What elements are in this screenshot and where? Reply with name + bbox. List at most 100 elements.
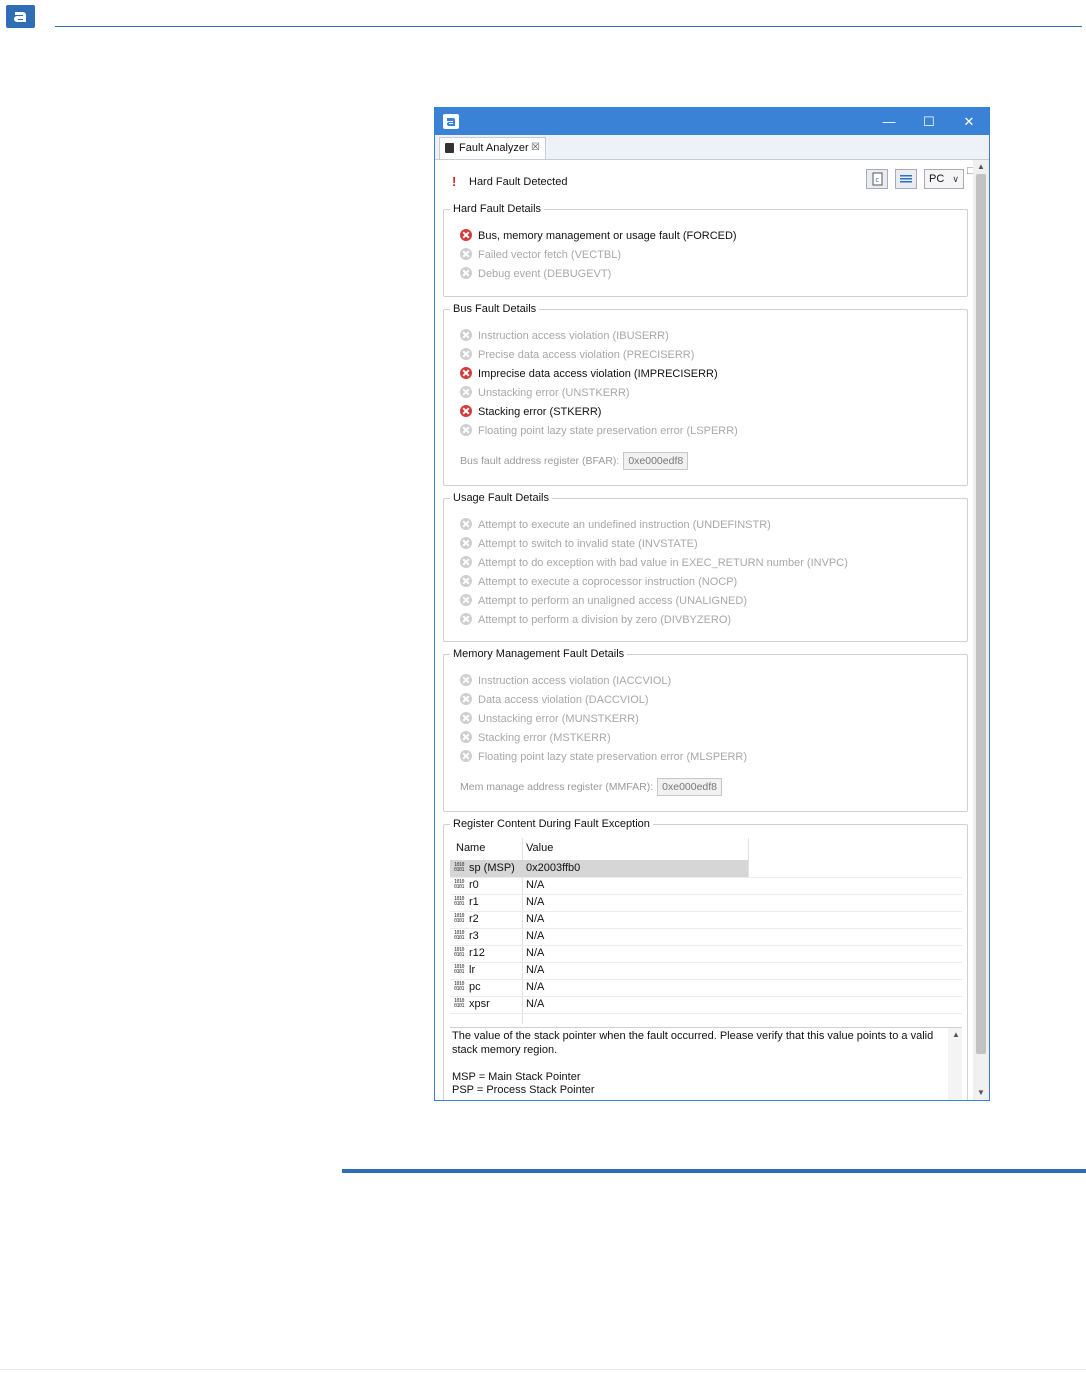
fault-item: Attempt to perform a division by zero (D… <box>460 612 731 628</box>
column-header-value[interactable]: Value <box>526 838 553 858</box>
tab-close-icon[interactable]: ☒ <box>531 138 540 158</box>
fault-inactive-icon <box>460 556 472 568</box>
svg-text:c: c <box>875 176 879 184</box>
fault-item: Attempt to perform an unaligned access (… <box>460 593 747 609</box>
fault-item: Stacking error (MSTKERR) <box>460 730 611 746</box>
hard-fault-details-group: Hard Fault Details Bus, memory managemen… <box>443 202 968 297</box>
description-line: MSP = Main Stack Pointer <box>452 1070 581 1083</box>
top-rule <box>55 26 1082 27</box>
window-titlebar[interactable]: — ☐ ✕ <box>435 108 989 135</box>
fault-inactive-icon <box>460 348 472 360</box>
view-scrollbar[interactable]: ▲ ▼ <box>973 160 989 1100</box>
register-icon: 1010 0101 <box>454 879 465 890</box>
register-icon: 1010 0101 <box>454 964 465 975</box>
fault-item: Attempt to switch to invalid state (INVS… <box>460 536 698 552</box>
register-icon: 1010 0101 <box>454 896 465 907</box>
fault-item: Unstacking error (UNSTKERR) <box>460 385 630 401</box>
fault-inactive-icon <box>460 674 472 686</box>
fault-item: Floating point lazy state preservation e… <box>460 423 738 439</box>
mmfar-label: Mem manage address register (MMFAR): <box>460 781 654 793</box>
description-line: PSP = Process Stack Pointer <box>452 1084 595 1096</box>
fault-active-icon <box>460 229 472 241</box>
fault-item: Floating point lazy state preservation e… <box>460 749 747 765</box>
tab-fault-analyzer[interactable]: Fault Analyzer ☒ <box>439 137 546 159</box>
fault-item: Stacking error (STKERR) <box>460 404 601 420</box>
fault-item: Data access violation (DACCVIOL) <box>460 692 649 708</box>
fault-status-text: Hard Fault Detected <box>469 176 568 188</box>
description-scrollbar[interactable]: ▲ <box>948 1028 964 1100</box>
bfar-value-field: 0xe000edf8 <box>623 452 689 470</box>
group-title: Hard Fault Details <box>450 202 545 216</box>
fault-inactive-icon <box>460 329 472 341</box>
fault-inactive-icon <box>460 267 472 279</box>
table-row[interactable]: 1010 0101 r12 N/A <box>450 945 962 963</box>
fault-item: Failed vector fetch (VECTBL) <box>460 247 621 263</box>
register-icon: 1010 0101 <box>454 862 465 873</box>
brand-logo-icon <box>14 12 26 22</box>
fault-item: Attempt to execute an undefined instruct… <box>460 517 771 533</box>
fault-active-icon <box>460 405 472 417</box>
register-select-value: PC <box>929 173 945 185</box>
register-icon: 1010 0101 <box>454 913 465 924</box>
fault-item: Bus, memory management or usage fault (F… <box>460 228 737 244</box>
fault-analyzer-tab-icon <box>445 143 454 153</box>
table-row[interactable]: 1010 0101 lr N/A <box>450 962 962 980</box>
bottom-rule <box>342 1169 1086 1173</box>
table-row[interactable]: 1010 0101 sp (MSP) 0x2003ffb0 <box>450 860 962 878</box>
fault-inactive-icon <box>460 518 472 530</box>
group-title: Memory Management Fault Details <box>450 647 628 661</box>
bfar-label: Bus fault address register (BFAR): <box>460 455 620 467</box>
table-row[interactable]: 1010 0101 r0 N/A <box>450 877 962 895</box>
table-row[interactable]: 1010 0101 xpsr N/A <box>450 996 962 1014</box>
scroll-thumb[interactable] <box>976 174 986 1054</box>
group-title: Register Content During Fault Exception <box>450 817 653 831</box>
column-header-name[interactable]: Name <box>456 838 485 858</box>
fault-analyzer-content: ! Hard Fault Detected c PC ∨ Hard Fault … <box>435 160 973 1100</box>
memory-management-fault-details-group: Memory Management Fault Details Instruct… <box>443 647 968 812</box>
fault-inactive-icon <box>460 575 472 587</box>
fault-item: Precise data access violation (PRECISERR… <box>460 347 694 363</box>
fault-inactive-icon <box>460 613 472 625</box>
scroll-up-icon[interactable]: ▲ <box>973 160 989 174</box>
table-row[interactable]: 1010 0101 r1 N/A <box>450 894 962 912</box>
register-icon: 1010 0101 <box>454 930 465 941</box>
register-select[interactable]: PC ∨ <box>924 169 964 189</box>
window-maximize-button[interactable]: ☐ <box>909 108 949 135</box>
fault-inactive-icon <box>460 537 472 549</box>
fault-inactive-icon <box>460 731 472 743</box>
open-source-button[interactable]: c <box>866 169 888 189</box>
register-icon: 1010 0101 <box>454 947 465 958</box>
fault-item: Instruction access violation (IACCVIOL) <box>460 673 671 689</box>
fault-inactive-icon <box>460 424 472 436</box>
window-close-button[interactable]: ✕ <box>949 108 989 135</box>
scroll-down-icon[interactable]: ▼ <box>973 1086 989 1100</box>
app-logo-icon <box>443 114 459 129</box>
usage-fault-details-group: Usage Fault Details Attempt to execute a… <box>443 491 968 642</box>
bus-fault-details-group: Bus Fault Details Instruction access vio… <box>443 302 968 486</box>
table-row[interactable]: 1010 0101 r2 N/A <box>450 911 962 929</box>
table-row[interactable]: 1010 0101 r3 N/A <box>450 928 962 946</box>
register-content-group: Register Content During Fault Exception … <box>443 817 968 1100</box>
scroll-up-icon[interactable]: ▲ <box>948 1028 964 1042</box>
fault-inactive-icon <box>460 594 472 606</box>
register-description: The value of the stack pointer when the … <box>450 1027 964 1100</box>
fault-active-icon <box>460 367 472 379</box>
fault-item: Debug event (DEBUGEVT) <box>460 266 611 282</box>
mmfar-row: Mem manage address register (MMFAR): 0xe0… <box>460 778 723 796</box>
bfar-row: Bus fault address register (BFAR): 0xe000… <box>460 452 689 470</box>
fault-item: Attempt to do exception with bad value i… <box>460 555 848 571</box>
fault-analyzer-window: — ☐ ✕ Fault Analyzer ☒ — □ ! Hard Fault … <box>434 107 990 1101</box>
mmfar-value-field: 0xe000edf8 <box>657 778 723 796</box>
fault-inactive-icon <box>460 693 472 705</box>
register-icon: 1010 0101 <box>454 981 465 992</box>
description-line: The value of the stack pointer when the … <box>452 1030 934 1042</box>
fault-inactive-icon <box>460 750 472 762</box>
group-title: Usage Fault Details <box>450 491 552 505</box>
group-title: Bus Fault Details <box>450 302 540 316</box>
table-row[interactable]: 1010 0101 pc N/A <box>450 979 962 997</box>
error-exclamation-icon: ! <box>452 174 457 189</box>
fault-inactive-icon <box>460 248 472 260</box>
chevron-down-icon: ∨ <box>952 174 959 184</box>
disassembly-button[interactable] <box>895 169 917 189</box>
window-minimize-button[interactable]: — <box>869 108 909 135</box>
